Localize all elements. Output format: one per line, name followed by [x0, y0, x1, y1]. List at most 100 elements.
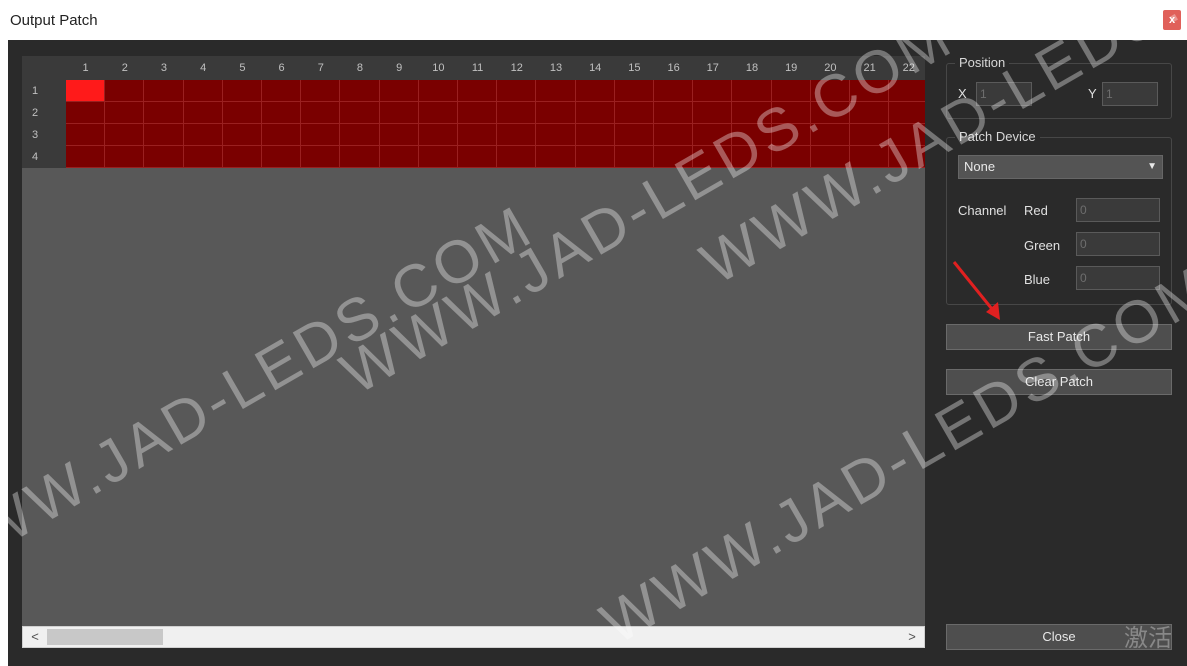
y-position-field[interactable]: 1	[1102, 82, 1158, 106]
grid-cell[interactable]	[105, 102, 145, 124]
grid-cell[interactable]	[575, 146, 615, 168]
grid-cell[interactable]	[66, 124, 106, 146]
grid-cell[interactable]	[458, 124, 498, 146]
grid-cell[interactable]	[379, 124, 419, 146]
grid-cell[interactable]	[889, 102, 925, 124]
grid-cell[interactable]	[340, 80, 380, 102]
grid-cell[interactable]	[105, 80, 145, 102]
grid-cell[interactable]	[262, 146, 302, 168]
x-position-field[interactable]: 1	[976, 82, 1032, 106]
grid-cell[interactable]	[222, 124, 262, 146]
grid-cell[interactable]	[850, 124, 890, 146]
fast-patch-button[interactable]: Fast Patch	[946, 324, 1172, 350]
red-channel-field[interactable]: 0	[1076, 198, 1160, 222]
grid-cell[interactable]	[340, 124, 380, 146]
grid-cell[interactable]	[418, 124, 458, 146]
grid-cell[interactable]	[183, 146, 223, 168]
patch-device-dropdown[interactable]: None ▼	[958, 155, 1163, 179]
grid-cell[interactable]	[889, 80, 925, 102]
grid-cell[interactable]	[810, 80, 850, 102]
grid-cell[interactable]	[575, 102, 615, 124]
grid-cell[interactable]	[497, 124, 537, 146]
grid-cell[interactable]	[497, 80, 537, 102]
grid-cell[interactable]	[340, 146, 380, 168]
grid-cell[interactable]	[732, 124, 772, 146]
grid-cell[interactable]	[654, 146, 694, 168]
grid-cell-selected[interactable]	[66, 80, 106, 102]
grid-cell[interactable]	[693, 124, 733, 146]
grid-cell[interactable]	[301, 146, 341, 168]
grid-cell[interactable]	[810, 124, 850, 146]
grid-cell[interactable]	[693, 146, 733, 168]
grid-cell[interactable]	[183, 80, 223, 102]
grid-cell[interactable]	[222, 146, 262, 168]
grid-cell[interactable]	[536, 102, 576, 124]
grid-cell[interactable]	[497, 146, 537, 168]
grid-cell[interactable]	[771, 124, 811, 146]
grid-cell[interactable]	[732, 102, 772, 124]
grid-cell[interactable]	[771, 146, 811, 168]
grid-cell[interactable]	[732, 146, 772, 168]
grid-cell[interactable]	[536, 80, 576, 102]
grid-cell[interactable]	[654, 80, 694, 102]
grid-cell[interactable]	[693, 102, 733, 124]
grid-cell[interactable]	[810, 146, 850, 168]
grid-cell[interactable]	[850, 80, 890, 102]
grid-cell[interactable]	[66, 102, 106, 124]
grid-cell[interactable]	[771, 80, 811, 102]
grid-cell[interactable]	[575, 124, 615, 146]
grid-cell[interactable]	[418, 146, 458, 168]
grid-cell[interactable]	[262, 80, 302, 102]
grid-cell[interactable]	[810, 102, 850, 124]
grid-cell[interactable]	[497, 102, 537, 124]
grid-cell[interactable]	[536, 124, 576, 146]
grid-cell[interactable]	[183, 124, 223, 146]
grid-cell[interactable]	[379, 102, 419, 124]
grid-cell[interactable]	[614, 146, 654, 168]
grid-cell[interactable]	[732, 80, 772, 102]
grid-cell[interactable]	[183, 102, 223, 124]
grid-cell[interactable]	[222, 102, 262, 124]
grid-cell[interactable]	[105, 146, 145, 168]
grid-cell[interactable]	[458, 146, 498, 168]
grid-cell[interactable]	[340, 102, 380, 124]
grid-cell[interactable]	[301, 80, 341, 102]
grid-cell[interactable]	[144, 124, 184, 146]
grid-cell[interactable]	[301, 102, 341, 124]
grid-cell[interactable]	[144, 80, 184, 102]
grid-cell[interactable]	[850, 146, 890, 168]
grid-cell[interactable]	[144, 146, 184, 168]
grid-cell[interactable]	[889, 124, 925, 146]
grid-cell[interactable]	[850, 102, 890, 124]
grid-cell[interactable]	[614, 124, 654, 146]
blue-channel-field[interactable]: 0	[1076, 266, 1160, 290]
grid-cell[interactable]	[379, 80, 419, 102]
scroll-thumb[interactable]	[47, 629, 163, 645]
grid-cell[interactable]	[105, 124, 145, 146]
grid-cell[interactable]	[418, 102, 458, 124]
clear-patch-button[interactable]: Clear Patch	[946, 369, 1172, 395]
grid-cell[interactable]	[771, 102, 811, 124]
scroll-left-button[interactable]: <	[25, 627, 45, 647]
grid-cell[interactable]	[654, 102, 694, 124]
grid-cell[interactable]	[889, 146, 925, 168]
horizontal-scrollbar[interactable]: < >	[22, 626, 925, 648]
grid-cell[interactable]	[418, 80, 458, 102]
grid-cell[interactable]	[654, 124, 694, 146]
grid-cell[interactable]	[458, 80, 498, 102]
title-close-button[interactable]: x	[1163, 10, 1181, 30]
grid-cell[interactable]	[222, 80, 262, 102]
grid-cell[interactable]	[144, 102, 184, 124]
green-channel-field[interactable]: 0	[1076, 232, 1160, 256]
grid-cell[interactable]	[262, 124, 302, 146]
grid-cell[interactable]	[693, 80, 733, 102]
grid-cell[interactable]	[458, 102, 498, 124]
grid-cell[interactable]	[614, 80, 654, 102]
grid-cell[interactable]	[614, 102, 654, 124]
grid-cell[interactable]	[536, 146, 576, 168]
scroll-right-button[interactable]: >	[902, 627, 922, 647]
grid-cell[interactable]	[66, 146, 106, 168]
grid-cell[interactable]	[262, 102, 302, 124]
grid-cell[interactable]	[301, 124, 341, 146]
grid-cell[interactable]	[575, 80, 615, 102]
